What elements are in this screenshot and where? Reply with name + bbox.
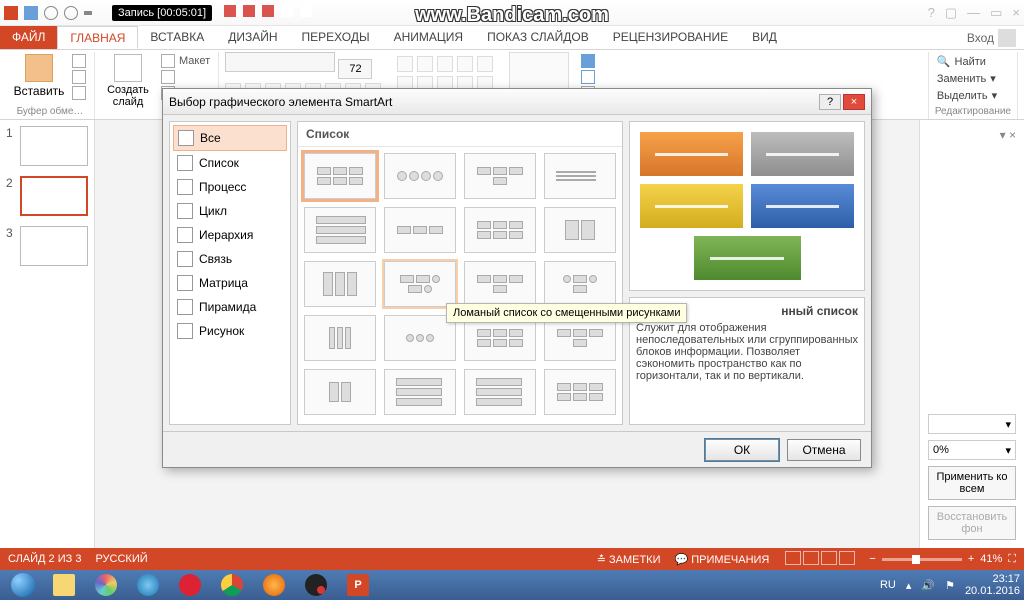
- gallery-item[interactable]: [384, 261, 456, 307]
- gallery-item[interactable]: [464, 369, 536, 415]
- gallery-item[interactable]: [304, 369, 376, 415]
- smartart-gallery: Список: [297, 121, 623, 425]
- gallery-item[interactable]: [544, 153, 616, 199]
- preview-tile: [751, 184, 854, 228]
- gallery-item[interactable]: [464, 153, 536, 199]
- gallery-grid: [298, 147, 622, 424]
- gallery-item[interactable]: [304, 315, 376, 361]
- category-hierarchy-icon: [177, 227, 193, 243]
- category-cycle[interactable]: Цикл: [173, 199, 287, 223]
- preview-tile: [694, 236, 801, 280]
- dialog-buttons: ОК Отмена: [163, 431, 871, 467]
- gallery-item[interactable]: [464, 261, 536, 307]
- gallery-item[interactable]: [304, 261, 376, 307]
- category-process-icon: [177, 179, 193, 195]
- category-list: Все Список Процесс Цикл Иерархия Связь М…: [169, 121, 291, 425]
- category-hierarchy[interactable]: Иерархия: [173, 223, 287, 247]
- category-cycle-icon: [177, 203, 193, 219]
- category-relationship[interactable]: Связь: [173, 247, 287, 271]
- gallery-item[interactable]: [544, 207, 616, 253]
- dialog-title: Выбор графического элемента SmartArt: [169, 95, 392, 109]
- gallery-item[interactable]: [384, 153, 456, 199]
- category-process[interactable]: Процесс: [173, 175, 287, 199]
- preview-tile: [751, 132, 854, 176]
- gallery-item[interactable]: [384, 207, 456, 253]
- category-relationship-icon: [177, 251, 193, 267]
- category-picture[interactable]: Рисунок: [173, 319, 287, 343]
- gallery-item[interactable]: [544, 261, 616, 307]
- category-matrix[interactable]: Матрица: [173, 271, 287, 295]
- gallery-tooltip: Ломаный список со смещенными рисунками: [446, 303, 687, 323]
- category-all-icon: [178, 130, 194, 146]
- preview-pane: нный список Служит для отображения непос…: [629, 121, 865, 425]
- gallery-header: Список: [298, 122, 622, 147]
- ok-button[interactable]: ОК: [705, 439, 779, 461]
- dialog-help-icon[interactable]: ?: [819, 94, 841, 110]
- preview-tile: [640, 184, 743, 228]
- category-list-icon: [177, 155, 193, 171]
- gallery-item[interactable]: [304, 153, 376, 199]
- preview-tile: [640, 132, 743, 176]
- category-matrix-icon: [177, 275, 193, 291]
- smartart-dialog: Выбор графического элемента SmartArt ? ×…: [162, 88, 872, 468]
- preview-image: [629, 121, 865, 291]
- gallery-item[interactable]: [464, 207, 536, 253]
- cancel-button[interactable]: Отмена: [787, 439, 861, 461]
- category-picture-icon: [177, 323, 193, 339]
- modal-overlay: Выбор графического элемента SmartArt ? ×…: [0, 0, 1024, 600]
- gallery-item[interactable]: [384, 369, 456, 415]
- dialog-titlebar: Выбор графического элемента SmartArt ? ×: [163, 89, 871, 115]
- category-pyramid[interactable]: Пирамида: [173, 295, 287, 319]
- dialog-close-icon[interactable]: ×: [843, 94, 865, 110]
- category-pyramid-icon: [177, 299, 193, 315]
- category-all[interactable]: Все: [173, 125, 287, 151]
- gallery-item[interactable]: [304, 207, 376, 253]
- category-list[interactable]: Список: [173, 151, 287, 175]
- gallery-item[interactable]: [544, 369, 616, 415]
